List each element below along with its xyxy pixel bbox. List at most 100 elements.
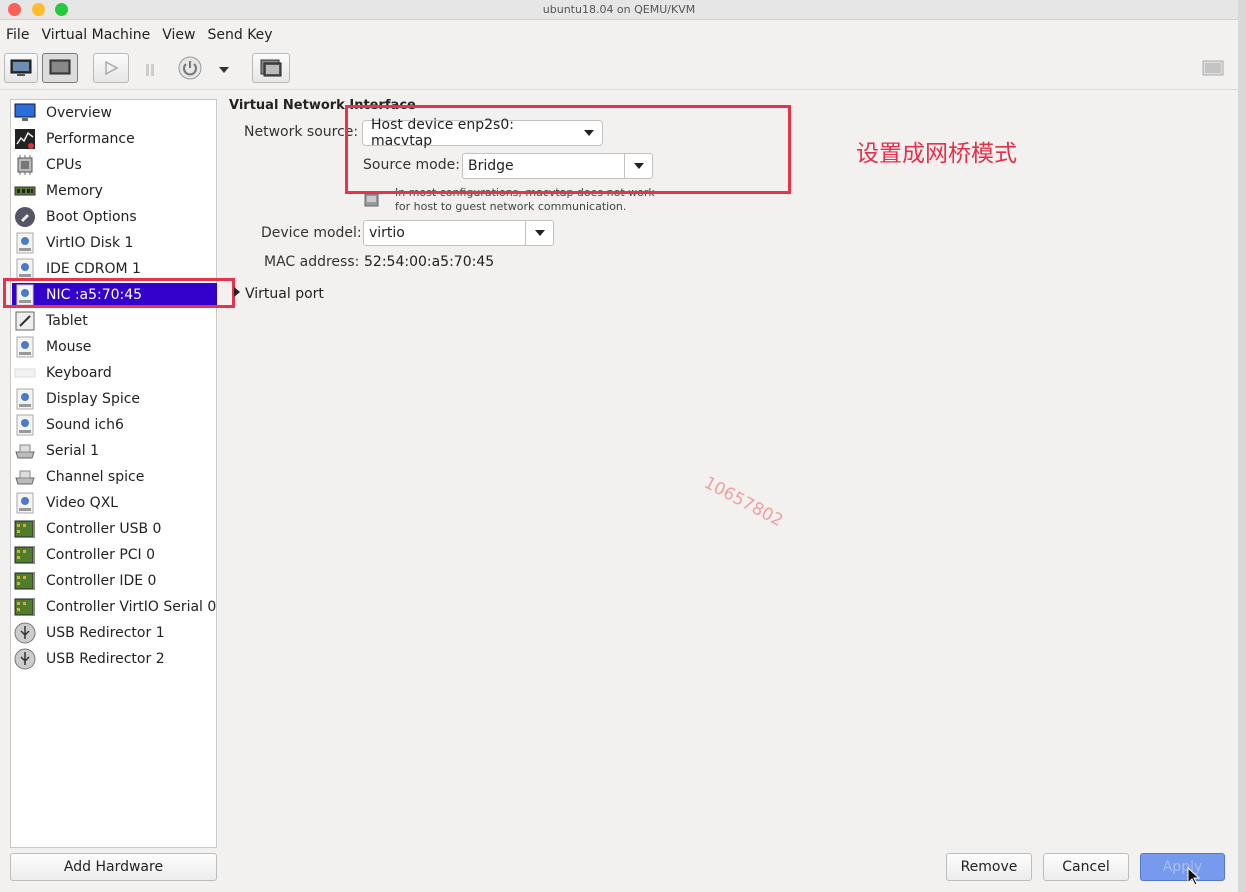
controller-icon <box>14 518 36 540</box>
boot-icon <box>14 206 36 228</box>
run-button[interactable] <box>93 53 129 83</box>
video-icon <box>14 492 36 514</box>
console-monitor-icon <box>10 59 32 76</box>
disk-image-icon <box>14 232 36 254</box>
network-source-label: Network source: <box>244 124 359 140</box>
sidebar-item-keyboard[interactable]: Keyboard <box>12 361 217 385</box>
console-view-button[interactable] <box>4 53 38 83</box>
sidebar-item-label: Performance <box>46 131 135 147</box>
sidebar-item-usb-redirector-1[interactable]: USB Redirector 1 <box>12 621 217 645</box>
controller-icon <box>14 544 36 566</box>
sidebar-item-tablet[interactable]: Tablet <box>12 309 217 333</box>
sidebar-item-mouse[interactable]: Mouse <box>12 335 217 359</box>
device-model-combo[interactable]: virtio <box>363 220 554 246</box>
sound-icon <box>14 414 36 436</box>
menu-view[interactable]: View <box>156 22 201 48</box>
menu-bar: File Virtual Machine View Send Key <box>0 22 1238 48</box>
sidebar-item-memory[interactable]: Memory <box>12 179 217 203</box>
sidebar-item-label: Channel spice <box>46 469 145 485</box>
sidebar-item-display-spice[interactable]: Display Spice <box>12 387 217 411</box>
fullscreen-button[interactable] <box>252 53 290 83</box>
sidebar-item-label: VirtIO Disk 1 <box>46 235 134 251</box>
cpu-icon <box>14 154 36 176</box>
toolbar <box>0 50 1238 90</box>
pause-button[interactable] <box>140 61 160 79</box>
background-window-edge <box>1238 0 1246 892</box>
sidebar-item-label: USB Redirector 2 <box>46 651 165 667</box>
menu-send-key[interactable]: Send Key <box>201 22 278 48</box>
sidebar-item-channel-spice[interactable]: Channel spice <box>12 465 217 489</box>
pause-icon <box>146 64 154 76</box>
chevron-down-icon[interactable] <box>525 221 553 245</box>
remove-button[interactable]: Remove <box>946 853 1032 881</box>
power-menu-dropdown[interactable] <box>218 63 230 79</box>
sidebar-item-label: Sound ich6 <box>46 417 124 433</box>
keyboard-icon <box>14 362 36 384</box>
sidebar-item-label: Serial 1 <box>46 443 99 459</box>
channel-icon <box>14 466 36 488</box>
sidebar-item-label: USB Redirector 1 <box>46 625 165 641</box>
sidebar-item-performance[interactable]: Performance <box>12 127 217 151</box>
sidebar-item-label: Tablet <box>46 313 88 329</box>
sidebar-item-controller-pci[interactable]: Controller PCI 0 <box>12 543 217 567</box>
performance-icon <box>14 128 36 150</box>
sidebar-item-label: Keyboard <box>46 365 112 381</box>
power-button[interactable] <box>177 55 203 81</box>
add-hardware-button[interactable]: Add Hardware <box>10 853 217 881</box>
monitor-icon <box>14 102 36 124</box>
sidebar-item-cpus[interactable]: CPUs <box>12 153 217 177</box>
play-icon <box>105 60 119 76</box>
sidebar-item-controller-usb[interactable]: Controller USB 0 <box>12 517 217 541</box>
details-view-button[interactable] <box>42 53 78 83</box>
serial-icon <box>14 440 36 462</box>
device-model-value[interactable]: virtio <box>364 225 525 241</box>
menu-file[interactable]: File <box>0 22 35 48</box>
sidebar-item-label: Display Spice <box>46 391 141 407</box>
triangle-right-icon <box>232 286 242 302</box>
sidebar-item-boot-options[interactable]: Boot Options <box>12 205 217 229</box>
sidebar-item-label: Controller USB 0 <box>46 521 162 537</box>
display-icon <box>14 388 36 410</box>
title-bar: ubuntu18.04 on QEMU/KVM <box>0 0 1238 20</box>
usb-icon <box>14 648 36 670</box>
vm-details-window: ubuntu18.04 on QEMU/KVM File Virtual Mac… <box>0 0 1238 892</box>
cursor-icon <box>1187 866 1201 891</box>
sidebar-item-controller-ide[interactable]: Controller IDE 0 <box>12 569 217 593</box>
sidebar-item-sound[interactable]: Sound ich6 <box>12 413 217 437</box>
highlight-box-network <box>345 105 791 194</box>
sidebar-item-label: Controller IDE 0 <box>46 573 157 589</box>
sidebar-item-serial[interactable]: Serial 1 <box>12 439 217 463</box>
sidebar-item-label: Controller VirtIO Serial 0 <box>46 599 217 615</box>
annotation-label: 设置成网桥模式 <box>856 141 1017 167</box>
sidebar-item-virtio-disk[interactable]: VirtIO Disk 1 <box>12 231 217 255</box>
virtual-port-label: Virtual port <box>245 286 324 302</box>
disk-image-icon <box>14 258 36 280</box>
sidebar-item-label: Mouse <box>46 339 92 355</box>
mouse-icon <box>14 336 36 358</box>
sidebar-item-video-qxl[interactable]: Video QXL <box>12 491 217 515</box>
sidebar-item-controller-virtio-serial[interactable]: Controller VirtIO Serial 0 <box>12 595 217 619</box>
sidebar-item-label: IDE CDROM 1 <box>46 261 141 277</box>
apply-button[interactable]: Apply <box>1140 853 1225 881</box>
sidebar-item-label: Boot Options <box>46 209 137 225</box>
sidebar-item-overview[interactable]: Overview <box>12 101 217 125</box>
virtual-port-expander[interactable]: Virtual port <box>232 286 324 302</box>
cancel-button[interactable]: Cancel <box>1043 853 1129 881</box>
sidebar-item-usb-redirector-2[interactable]: USB Redirector 2 <box>12 647 217 671</box>
warning-icon <box>364 192 380 212</box>
mac-address-label: MAC address: <box>264 254 360 270</box>
highlight-box-nic <box>3 278 235 308</box>
memory-icon <box>14 180 36 202</box>
controller-icon <box>14 570 36 592</box>
sidebar-item-label: Video QXL <box>46 495 119 511</box>
mac-address-value: 52:54:00:a5:70:45 <box>364 254 495 270</box>
tablet-icon <box>14 310 36 332</box>
resize-guest-button[interactable] <box>1202 60 1224 80</box>
usb-icon <box>14 622 36 644</box>
chevron-down-icon <box>219 67 229 73</box>
sidebar-item-label: CPUs <box>46 157 82 173</box>
device-model-label: Device model: <box>261 225 362 241</box>
menu-virtual-machine[interactable]: Virtual Machine <box>35 22 156 48</box>
power-icon <box>178 56 202 80</box>
warning-line-2: for host to guest network communication. <box>395 200 627 213</box>
